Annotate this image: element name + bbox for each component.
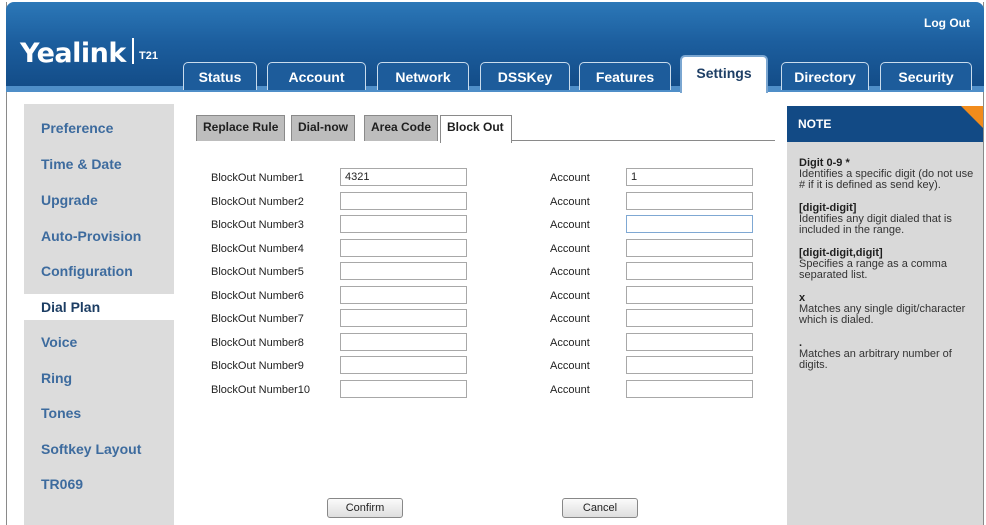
tab-settings[interactable]: Settings bbox=[680, 55, 768, 93]
blockout-label-7: BlockOut Number7 bbox=[211, 313, 304, 325]
blockout-label-1: BlockOut Number1 bbox=[211, 172, 304, 184]
blockout-label-2: BlockOut Number2 bbox=[211, 196, 304, 208]
blockout-number-4-input[interactable] bbox=[340, 239, 467, 257]
account-9-input[interactable] bbox=[626, 356, 753, 374]
note-desc: Specifies a range as a comma separated l… bbox=[799, 258, 947, 281]
account-label-1: Account bbox=[550, 172, 590, 184]
blockout-number-6-input[interactable] bbox=[340, 286, 467, 304]
blockout-label-3: BlockOut Number3 bbox=[211, 219, 304, 231]
account-7-input[interactable] bbox=[626, 309, 753, 327]
account-6-input[interactable] bbox=[626, 286, 753, 304]
account-label-4: Account bbox=[550, 243, 590, 255]
subtab-replace-rule[interactable]: Replace Rule bbox=[196, 115, 286, 141]
account-2-input[interactable] bbox=[626, 192, 753, 210]
sidebar-item-softkey-layout[interactable]: Softkey Layout bbox=[24, 436, 174, 462]
logout-link[interactable]: Log Out bbox=[924, 16, 970, 30]
sidebar-item-upgrade[interactable]: Upgrade bbox=[24, 187, 174, 213]
account-label-9: Account bbox=[550, 360, 590, 372]
account-1-input[interactable] bbox=[626, 168, 753, 186]
account-10-input[interactable] bbox=[626, 380, 753, 398]
sidebar-item-tones[interactable]: Tones bbox=[24, 400, 174, 426]
subtab-dial-now[interactable]: Dial-now bbox=[291, 115, 355, 141]
account-label-6: Account bbox=[550, 290, 590, 302]
sidebar-item-time-date[interactable]: Time & Date bbox=[24, 151, 174, 177]
blockout-number-8-input[interactable] bbox=[340, 333, 467, 351]
sidebar: Preference Time & Date Upgrade Auto-Prov… bbox=[24, 104, 174, 525]
account-3-input[interactable] bbox=[626, 215, 753, 233]
account-8-input[interactable] bbox=[626, 333, 753, 351]
logo-model: T21 bbox=[139, 50, 158, 62]
note-desc: Matches any single digit/character which… bbox=[799, 303, 966, 326]
subtab-area-code[interactable]: Area Code bbox=[364, 115, 439, 141]
blockout-label-6: BlockOut Number6 bbox=[211, 290, 304, 302]
account-label-2: Account bbox=[550, 196, 590, 208]
sidebar-item-auto-provision[interactable]: Auto-Provision bbox=[24, 223, 174, 249]
subtab-block-out[interactable]: Block Out bbox=[440, 115, 512, 143]
note-title: NOTE bbox=[787, 106, 983, 142]
note-desc: Identifies any digit dialed that is incl… bbox=[799, 213, 952, 236]
tab-status[interactable]: Status bbox=[183, 62, 257, 90]
cancel-button[interactable]: Cancel bbox=[562, 498, 638, 518]
subtab-divider bbox=[512, 140, 775, 141]
account-label-5: Account bbox=[550, 266, 590, 278]
sidebar-item-ring[interactable]: Ring bbox=[24, 365, 174, 391]
blockout-number-5-input[interactable] bbox=[340, 262, 467, 280]
account-4-input[interactable] bbox=[626, 239, 753, 257]
sidebar-item-tr069[interactable]: TR069 bbox=[24, 471, 174, 497]
blockout-number-9-input[interactable] bbox=[340, 356, 467, 374]
blockout-number-1-input[interactable] bbox=[340, 168, 467, 186]
blockout-label-10: BlockOut Number10 bbox=[211, 384, 311, 396]
note-desc: Identifies a specific digit (do not use … bbox=[799, 168, 974, 191]
note-desc: Matches an arbitrary number of digits. bbox=[799, 348, 952, 371]
sidebar-item-preference[interactable]: Preference bbox=[24, 115, 174, 141]
blockout-number-7-input[interactable] bbox=[340, 309, 467, 327]
sidebar-item-voice[interactable]: Voice bbox=[24, 329, 174, 355]
account-5-input[interactable] bbox=[626, 262, 753, 280]
tab-network[interactable]: Network bbox=[377, 62, 469, 90]
note-body: Digit 0-9 * Identifies a specific digit … bbox=[799, 158, 979, 371]
blockout-label-4: BlockOut Number4 bbox=[211, 243, 304, 255]
confirm-button[interactable]: Confirm bbox=[327, 498, 403, 518]
tab-dsskey[interactable]: DSSKey bbox=[480, 62, 570, 90]
blockout-label-9: BlockOut Number9 bbox=[211, 360, 304, 372]
blockout-label-5: BlockOut Number5 bbox=[211, 266, 304, 278]
note-corner-marker bbox=[961, 106, 983, 128]
sidebar-item-dial-plan[interactable]: Dial Plan bbox=[24, 294, 174, 320]
blockout-label-8: BlockOut Number8 bbox=[211, 337, 304, 349]
tab-directory[interactable]: Directory bbox=[781, 62, 869, 90]
sidebar-item-configuration[interactable]: Configuration bbox=[24, 258, 174, 284]
account-label-8: Account bbox=[550, 337, 590, 349]
account-label-10: Account bbox=[550, 384, 590, 396]
blockout-number-2-input[interactable] bbox=[340, 192, 467, 210]
note-panel: NOTE Digit 0-9 * Identifies a specific d… bbox=[787, 106, 983, 525]
account-label-7: Account bbox=[550, 313, 590, 325]
logo-separator bbox=[132, 38, 134, 64]
tab-account[interactable]: Account bbox=[267, 62, 366, 90]
blockout-number-10-input[interactable] bbox=[340, 380, 467, 398]
blockout-number-3-input[interactable] bbox=[340, 215, 467, 233]
tab-security[interactable]: Security bbox=[880, 62, 972, 90]
tab-features[interactable]: Features bbox=[579, 62, 671, 90]
logo-text: Yealink bbox=[20, 38, 126, 69]
account-label-3: Account bbox=[550, 219, 590, 231]
